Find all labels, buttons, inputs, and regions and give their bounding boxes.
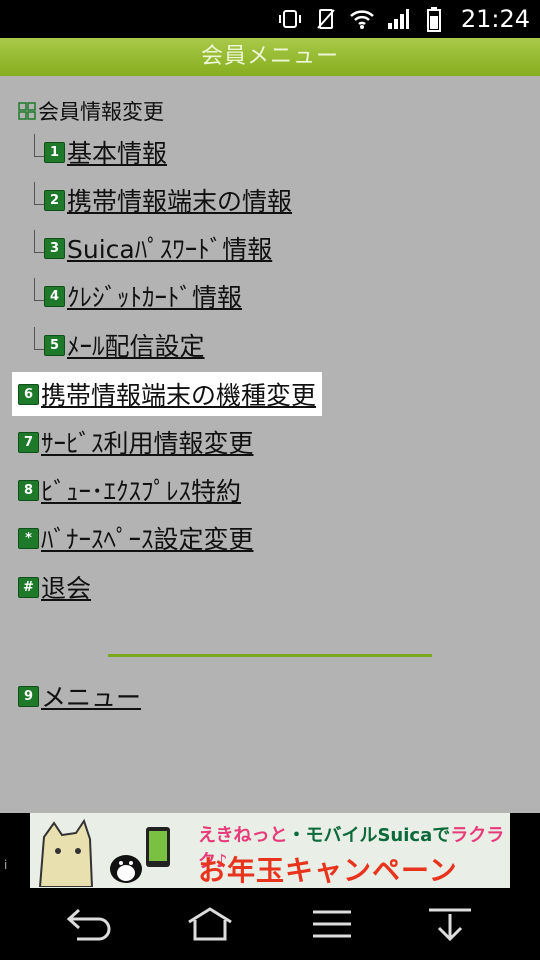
page-title: 会員メニュー [0, 38, 540, 76]
number-6-icon: 6 [18, 383, 39, 405]
menu-link[interactable]: 携帯情報端末の機種変更 [41, 376, 316, 412]
number-9-icon: 9 [18, 685, 39, 707]
tree-branch [32, 134, 44, 164]
tree-branch [32, 230, 44, 260]
menu-item-device-change[interactable]: 6 携帯情報端末の機種変更 [12, 372, 323, 416]
number-7-icon: 7 [18, 431, 39, 453]
status-icons: 21:24 [277, 0, 530, 38]
asterisk-icon: * [18, 527, 39, 549]
number-3-icon: 3 [44, 237, 65, 259]
campaign-banner[interactable]: えきねっと・モバイルSuicaでラクラク♪ お年玉キャンペーン2015 [30, 813, 510, 888]
grid-icon [18, 102, 36, 120]
section-title: 会員情報変更 [38, 100, 164, 124]
menu-item-device-info[interactable]: 2 携帯情報端末の情報 [32, 180, 292, 220]
home-button[interactable] [180, 904, 240, 944]
ad-mobile-suica-text: ・モバイルSuicaで [287, 825, 451, 846]
menu-link[interactable]: 携帯情報端末の情報 [67, 182, 292, 218]
tree-branch [32, 278, 44, 308]
back-icon [66, 908, 111, 941]
ad-campaign-title: お年玉キャンペーン2015 [198, 854, 458, 887]
member-menu: 会員情報変更 1 基本情報 2 携帯情報端末の情報 3 Suicaﾊﾟｽﾜｰﾄﾞ… [0, 76, 540, 813]
menu-item-menu[interactable]: 9 メニュー [18, 674, 141, 718]
number-2-icon: 2 [44, 189, 65, 211]
mascot-illustration [38, 818, 170, 887]
section-header: 会員情報変更 [18, 96, 164, 126]
menu-link[interactable]: ﾊﾞﾅｰｽﾍﾟｰｽ設定変更 [41, 520, 254, 556]
hash-icon: # [18, 576, 39, 598]
menu-link[interactable]: メニュー [41, 678, 141, 714]
ad-banner[interactable]: えきねっと・モバイルSuicaでラクラク♪ お年玉キャンペーン2015 [0, 813, 540, 888]
home-icon [188, 907, 232, 941]
number-4-icon: 4 [44, 285, 65, 307]
menu-item-view-express[interactable]: 8 ﾋﾞｭｰ･ｴｸｽﾌﾟﾚｽ特約 [18, 468, 241, 512]
number-8-icon: 8 [18, 479, 39, 501]
menu-link[interactable]: ｸﾚｼﾞｯﾄｶｰﾄﾞ情報 [67, 278, 242, 314]
menu-link[interactable]: Suicaﾊﾟｽﾜｰﾄﾞ情報 [67, 230, 272, 266]
menu-link[interactable]: 基本情報 [67, 134, 167, 170]
tree-branch [32, 182, 44, 212]
silent-icon [313, 6, 339, 32]
menu-button[interactable] [302, 904, 362, 944]
back-button[interactable] [58, 904, 118, 944]
clock: 21:24 [460, 5, 530, 33]
divider [108, 654, 432, 657]
signal-icon [385, 6, 411, 32]
navigation-bar [0, 888, 540, 960]
hide-button[interactable] [420, 904, 480, 944]
number-1-icon: 1 [44, 141, 65, 163]
vibrate-icon [277, 6, 303, 32]
hide-keyboard-icon [429, 908, 471, 942]
tree-branch-last [32, 327, 44, 357]
number-5-icon: 5 [44, 334, 65, 356]
menu-item-service-usage[interactable]: 7 ｻｰﾋﾞｽ利用情報変更 [18, 420, 254, 464]
wifi-icon [349, 6, 375, 32]
menu-link[interactable]: ｻｰﾋﾞｽ利用情報変更 [41, 424, 254, 460]
battery-icon [421, 6, 447, 32]
menu-item-banner-settings[interactable]: * ﾊﾞﾅｰｽﾍﾟｰｽ設定変更 [18, 516, 254, 560]
menu-icon [313, 910, 351, 938]
menu-item-suica-password[interactable]: 3 Suicaﾊﾟｽﾜｰﾄﾞ情報 [32, 228, 272, 268]
menu-link[interactable]: ﾒｰﾙ配信設定 [67, 327, 205, 363]
ad-brand-text: えきねっと [198, 825, 288, 846]
menu-link[interactable]: 退会 [41, 569, 91, 605]
menu-item-mail-settings[interactable]: 5 ﾒｰﾙ配信設定 [32, 325, 205, 365]
ad-info-icon[interactable]: i [4, 858, 14, 888]
menu-link[interactable]: ﾋﾞｭｰ･ｴｸｽﾌﾟﾚｽ特約 [41, 472, 241, 508]
menu-item-withdraw[interactable]: # 退会 [18, 565, 91, 609]
status-bar: 21:24 [0, 0, 540, 38]
menu-item-credit-card[interactable]: 4 ｸﾚｼﾞｯﾄｶｰﾄﾞ情報 [32, 276, 242, 316]
menu-item-basic-info[interactable]: 1 基本情報 [32, 132, 167, 172]
